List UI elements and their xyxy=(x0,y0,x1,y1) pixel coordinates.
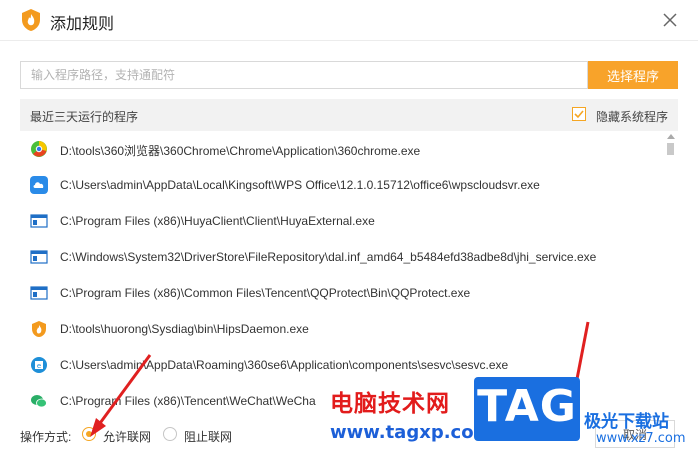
program-window-icon xyxy=(30,286,48,300)
program-path: C:\Program Files (x86)\HuyaClient\Client… xyxy=(60,214,375,228)
program-path: C:\Users\admin\AppData\Roaming\360se6\Ap… xyxy=(60,358,509,372)
dialog-title: 添加规则 xyxy=(50,16,115,33)
hide-system-label: 隐藏系统程序 xyxy=(596,110,669,124)
recent-programs-header: 最近三天运行的程序 隐藏系统程序 xyxy=(20,99,678,131)
allow-network-label[interactable]: 允许联网 xyxy=(103,428,151,445)
list-item[interactable]: D:\tools\360浏览器\360Chrome\Chrome\Applica… xyxy=(20,131,660,167)
list-item[interactable]: C:\Users\admin\AppData\Local\Kingsoft\WP… xyxy=(20,167,660,203)
360-browser-icon xyxy=(31,141,47,157)
program-window-icon xyxy=(30,250,48,264)
block-network-radio[interactable] xyxy=(163,427,177,441)
recent-programs-label: 最近三天运行的程序 xyxy=(30,110,139,124)
list-item[interactable]: C:\Windows\System32\DriverStore\FileRepo… xyxy=(20,239,660,275)
block-network-label[interactable]: 阻止联网 xyxy=(184,428,232,445)
program-list: D:\tools\360浏览器\360Chrome\Chrome\Applica… xyxy=(20,131,678,413)
huorong-icon xyxy=(32,321,46,337)
title-bar: 添加规则 xyxy=(0,0,698,41)
program-path-input[interactable] xyxy=(20,61,588,89)
watermark-brand: 极光下载站 xyxy=(584,412,669,432)
program-path: C:\Program Files (x86)\Tencent\WeChat\We… xyxy=(60,394,316,408)
operation-mode-label: 操作方式: xyxy=(20,430,72,444)
checkmark-icon xyxy=(574,110,584,119)
list-scrollbar[interactable] xyxy=(664,131,678,413)
list-item[interactable]: C:\Program Files (x86)\HuyaClient\Client… xyxy=(20,203,660,239)
program-window-icon xyxy=(30,214,48,228)
wechat-icon xyxy=(31,395,47,408)
svg-text:e: e xyxy=(37,362,41,370)
huorong-shield-icon xyxy=(22,9,40,31)
watermark-brand-url: www.xz7.com xyxy=(596,431,686,446)
hide-system-checkbox[interactable] xyxy=(572,107,586,121)
program-path: D:\tools\360浏览器\360Chrome\Chrome\Applica… xyxy=(60,144,421,158)
list-item[interactable]: D:\tools\huorong\Sysdiag\bin\HipsDaemon.… xyxy=(20,311,660,347)
list-item[interactable]: C:\Program Files (x86)\Common Files\Tenc… xyxy=(20,275,660,311)
program-path: C:\Users\admin\AppData\Local\Kingsoft\WP… xyxy=(60,178,540,192)
scroll-thumb[interactable] xyxy=(667,143,674,155)
watermark-site-name: 电脑技术网 xyxy=(330,391,450,417)
tag-logo-text: TAG xyxy=(477,381,577,432)
360se-icon: e xyxy=(31,357,47,373)
close-icon[interactable] xyxy=(660,10,680,30)
allow-network-radio[interactable] xyxy=(82,427,96,441)
wps-cloud-icon xyxy=(30,176,48,194)
program-path: C:\Windows\System32\DriverStore\FileRepo… xyxy=(60,250,597,264)
scroll-up-arrow-icon[interactable] xyxy=(667,134,675,139)
tag-logo: TAG xyxy=(474,377,580,441)
watermark-site-url: www.tagxp.com xyxy=(330,422,493,443)
program-path: C:\Program Files (x86)\Common Files\Tenc… xyxy=(60,286,471,300)
program-path: D:\tools\huorong\Sysdiag\bin\HipsDaemon.… xyxy=(60,322,309,336)
select-program-button[interactable]: 选择程序 xyxy=(588,61,678,89)
